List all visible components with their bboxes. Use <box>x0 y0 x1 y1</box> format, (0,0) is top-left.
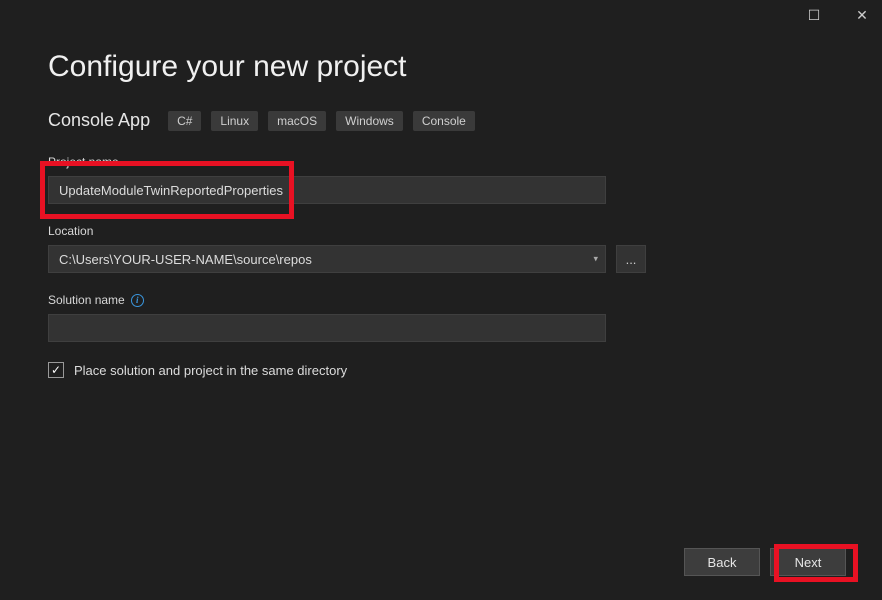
subtitle-row: Console App C# Linux macOS Windows Conso… <box>48 110 834 131</box>
same-directory-checkbox[interactable]: ✓ <box>48 362 64 378</box>
solution-name-group: Solution name i <box>48 293 834 342</box>
next-button[interactable]: Next <box>770 548 846 576</box>
project-name-label: Project name <box>48 155 834 169</box>
project-name-group: Project name <box>48 155 834 204</box>
info-icon[interactable]: i <box>131 294 144 307</box>
close-icon[interactable]: ✕ <box>848 4 876 26</box>
titlebar: ☐ ✕ <box>0 0 882 30</box>
tag-console: Console <box>413 111 475 131</box>
tag-csharp: C# <box>168 111 201 131</box>
location-group: Location ▾ ... <box>48 224 834 273</box>
tag-linux: Linux <box>211 111 258 131</box>
project-name-input[interactable] <box>48 176 606 204</box>
browse-button[interactable]: ... <box>616 245 646 273</box>
same-directory-label: Place solution and project in the same d… <box>74 363 347 378</box>
tag-windows: Windows <box>336 111 403 131</box>
same-directory-row: ✓ Place solution and project in the same… <box>48 362 834 378</box>
page-title: Configure your new project <box>48 50 834 84</box>
solution-name-label: Solution name i <box>48 293 834 307</box>
footer-buttons: Back Next <box>684 548 846 576</box>
project-template-name: Console App <box>48 110 150 131</box>
solution-name-input[interactable] <box>48 314 606 342</box>
back-button[interactable]: Back <box>684 548 760 576</box>
content-area: Configure your new project Console App C… <box>0 30 882 378</box>
tag-macos: macOS <box>268 111 326 131</box>
solution-name-label-text: Solution name <box>48 293 125 307</box>
location-input[interactable] <box>48 245 606 273</box>
location-label: Location <box>48 224 834 238</box>
maximize-icon[interactable]: ☐ <box>800 4 828 26</box>
